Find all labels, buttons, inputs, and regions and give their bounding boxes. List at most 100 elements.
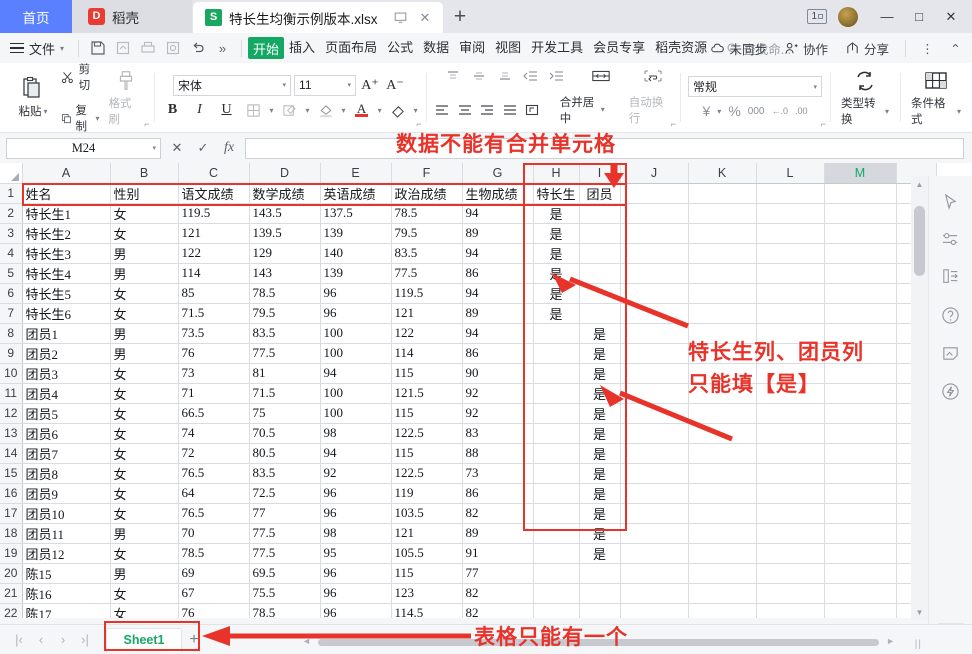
cell-D10[interactable]: 81	[249, 363, 321, 384]
name-box[interactable]: M24 ▾	[6, 137, 161, 159]
cell-L21[interactable]	[756, 583, 825, 604]
row-header-10[interactable]: 10	[0, 363, 23, 384]
cell-K7[interactable]	[688, 303, 757, 324]
flash-icon[interactable]	[936, 372, 966, 410]
cell-L20[interactable]	[756, 563, 825, 584]
number-format-select[interactable]: 常规 ▾	[688, 76, 822, 97]
column-header-J[interactable]: J	[620, 163, 689, 184]
maximize-button[interactable]: □	[904, 0, 934, 33]
cell-A16[interactable]: 团员9	[22, 483, 111, 504]
cell-A2[interactable]: 特长生1	[22, 203, 111, 224]
cell-A4[interactable]: 特长生3	[22, 243, 111, 264]
ribbon-tab-page-layout[interactable]: 页面布局	[320, 37, 382, 59]
currency-button[interactable]: ¥	[703, 103, 711, 119]
cut-button[interactable]: 剪切	[56, 58, 105, 96]
cell-M14[interactable]	[824, 443, 897, 464]
format-painter-button[interactable]: 格式刷	[105, 66, 147, 129]
column-header-M[interactable]: M	[824, 163, 897, 184]
last-sheet-button[interactable]: ›|	[74, 632, 96, 647]
cursor-icon[interactable]	[936, 182, 966, 220]
cell-F4[interactable]: 83.5	[391, 243, 463, 264]
cell-F14[interactable]: 115	[391, 443, 463, 464]
share-button[interactable]: 分享	[838, 39, 896, 58]
column-header-K[interactable]: K	[688, 163, 757, 184]
merge-center-button[interactable]: 合并居中 ▾	[555, 91, 610, 129]
cell-A15[interactable]: 团员8	[22, 463, 111, 484]
italic-button[interactable]: I	[189, 100, 211, 121]
cell-F7[interactable]: 121	[391, 303, 463, 324]
cell-B13[interactable]: 女	[110, 423, 179, 444]
paste-button[interactable]: 粘贴 ▾	[10, 74, 56, 121]
cell-A14[interactable]: 团员7	[22, 443, 111, 464]
cell-H22[interactable]	[533, 603, 580, 618]
prev-sheet-button[interactable]: ‹	[30, 632, 52, 647]
cell-C5[interactable]: 114	[178, 263, 250, 284]
cell-D11[interactable]: 71.5	[249, 383, 321, 404]
cell-D4[interactable]: 129	[249, 243, 321, 264]
cell-F2[interactable]: 78.5	[391, 203, 463, 224]
cell-L12[interactable]	[756, 403, 825, 424]
new-tab-button[interactable]: +	[443, 0, 477, 33]
cell-J11[interactable]	[620, 383, 689, 404]
cell-E15[interactable]: 92	[320, 463, 392, 484]
count-badge[interactable]: 1	[807, 9, 827, 24]
row-header-18[interactable]: 18	[0, 523, 23, 544]
cell-J6[interactable]	[620, 283, 689, 304]
cell-A9[interactable]: 团员2	[22, 343, 111, 364]
cell-M17[interactable]	[824, 503, 897, 524]
cell-C19[interactable]: 78.5	[178, 543, 250, 564]
cell-J12[interactable]	[620, 403, 689, 424]
cell-B8[interactable]: 男	[110, 323, 179, 344]
cell-F16[interactable]: 119	[391, 483, 463, 504]
cell-B21[interactable]: 女	[110, 583, 179, 604]
print-preview-icon[interactable]	[160, 37, 185, 59]
ribbon-tab-start[interactable]: 开始	[248, 37, 285, 59]
row-header-21[interactable]: 21	[0, 583, 23, 604]
cell-D19[interactable]: 77.5	[249, 543, 321, 564]
collapse-ribbon-icon[interactable]: ⌃	[943, 37, 968, 59]
column-header-B[interactable]: B	[110, 163, 179, 184]
align-bottom-button[interactable]	[495, 67, 515, 85]
cancel-formula-icon[interactable]: ✕	[167, 140, 187, 156]
cell-C4[interactable]: 122	[178, 243, 250, 264]
cell-L14[interactable]	[756, 443, 825, 464]
cell-E12[interactable]: 100	[320, 403, 392, 424]
cell-E16[interactable]: 96	[320, 483, 392, 504]
cell-H19[interactable]	[533, 543, 580, 564]
cell-K15[interactable]	[688, 463, 757, 484]
row-header-8[interactable]: 8	[0, 323, 23, 344]
cell-D16[interactable]: 72.5	[249, 483, 321, 504]
cell-J15[interactable]	[620, 463, 689, 484]
cell-L6[interactable]	[756, 283, 825, 304]
cell-F18[interactable]: 121	[391, 523, 463, 544]
cell-K4[interactable]	[688, 243, 757, 264]
sync-status-button[interactable]: 未同步	[703, 39, 774, 58]
cell-F5[interactable]: 77.5	[391, 263, 463, 284]
cell-E17[interactable]: 96	[320, 503, 392, 524]
cell-M20[interactable]	[824, 563, 897, 584]
cell-E20[interactable]: 96	[320, 563, 392, 584]
vertical-scroll-thumb[interactable]	[914, 206, 925, 276]
cell-J22[interactable]	[620, 603, 689, 618]
next-sheet-button[interactable]: ›	[52, 632, 74, 647]
cell-B6[interactable]: 女	[110, 283, 179, 304]
cell-D5[interactable]: 143	[249, 263, 321, 284]
cell-J7[interactable]	[620, 303, 689, 324]
cell-C9[interactable]: 76	[178, 343, 250, 364]
column-header-L[interactable]: L	[756, 163, 825, 184]
cell-C2[interactable]: 119.5	[178, 203, 250, 224]
cell-L5[interactable]	[756, 263, 825, 284]
cell-M15[interactable]	[824, 463, 897, 484]
cell-J3[interactable]	[620, 223, 689, 244]
cell-F8[interactable]: 122	[391, 323, 463, 344]
increase-decimal-button[interactable]: ←.0	[771, 106, 788, 116]
cell-M2[interactable]	[824, 203, 897, 224]
row-header-20[interactable]: 20	[0, 563, 23, 584]
cell-C22[interactable]: 76	[178, 603, 250, 618]
cell-F17[interactable]: 103.5	[391, 503, 463, 524]
cell-A8[interactable]: 团员1	[22, 323, 111, 344]
cell-K1[interactable]	[688, 183, 757, 204]
align-center-button[interactable]	[456, 101, 473, 119]
cell-F11[interactable]: 121.5	[391, 383, 463, 404]
cell-I20[interactable]	[579, 563, 621, 584]
